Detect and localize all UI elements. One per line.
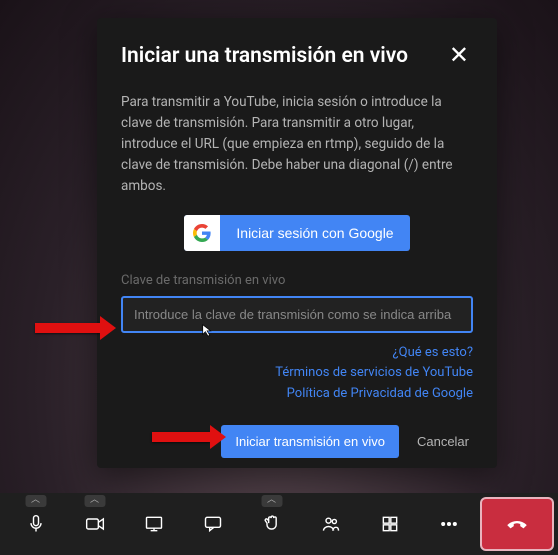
chevron-up-icon[interactable]: ︿ (261, 495, 282, 507)
modal-header: Iniciar una transmisión en vivo ✕ (121, 42, 473, 70)
annotation-arrow-input (35, 323, 100, 333)
cancel-button[interactable]: Cancelar (413, 426, 473, 457)
close-button[interactable]: ✕ (445, 42, 473, 70)
tiles-icon (380, 514, 400, 534)
screen-share-button[interactable] (124, 493, 183, 555)
close-icon: ✕ (449, 42, 469, 69)
chevron-up-icon[interactable]: ︿ (84, 495, 105, 507)
google-signin-button[interactable]: Iniciar sesión con Google (184, 215, 409, 251)
hangup-icon (504, 511, 530, 537)
more-options-button[interactable] (419, 493, 478, 555)
microphone-button[interactable]: ︿ (6, 493, 65, 555)
camera-icon (85, 514, 105, 534)
what-is-this-link[interactable]: ¿Qué es esto? (121, 343, 473, 364)
camera-button[interactable]: ︿ (65, 493, 124, 555)
hand-icon (262, 514, 282, 534)
hangup-button[interactable] (482, 499, 552, 549)
chat-icon (203, 514, 223, 534)
apps-button[interactable] (360, 493, 419, 555)
youtube-tos-link[interactable]: Términos de servicios de YouTube (121, 363, 473, 384)
start-stream-button[interactable]: Iniciar transmisión en vivo (221, 425, 399, 458)
modal-description: Para transmitir a YouTube, inicia sesión… (121, 92, 473, 197)
stream-key-label: Clave de transmisión en vivo (121, 273, 473, 288)
screen-share-icon (144, 514, 164, 534)
raise-hand-button[interactable]: ︿ (242, 493, 301, 555)
live-stream-modal: Iniciar una transmisión en vivo ✕ Para t… (97, 18, 497, 468)
microphone-icon (26, 514, 46, 534)
more-icon (439, 514, 459, 534)
google-privacy-link[interactable]: Política de Privacidad de Google (121, 384, 473, 405)
participants-button[interactable] (301, 493, 360, 555)
participants-icon (321, 514, 341, 534)
chevron-up-icon[interactable]: ︿ (25, 495, 46, 507)
google-signin-label: Iniciar sesión con Google (220, 225, 409, 241)
annotation-arrow-submit (152, 432, 210, 442)
google-icon (184, 215, 220, 251)
chat-button[interactable] (183, 493, 242, 555)
modal-title: Iniciar una transmisión en vivo (121, 44, 408, 68)
meeting-toolbar: ︿ ︿ ︿ (0, 493, 558, 555)
help-links: ¿Qué es esto? Términos de servicios de Y… (121, 343, 473, 405)
stream-key-input[interactable] (121, 296, 473, 333)
